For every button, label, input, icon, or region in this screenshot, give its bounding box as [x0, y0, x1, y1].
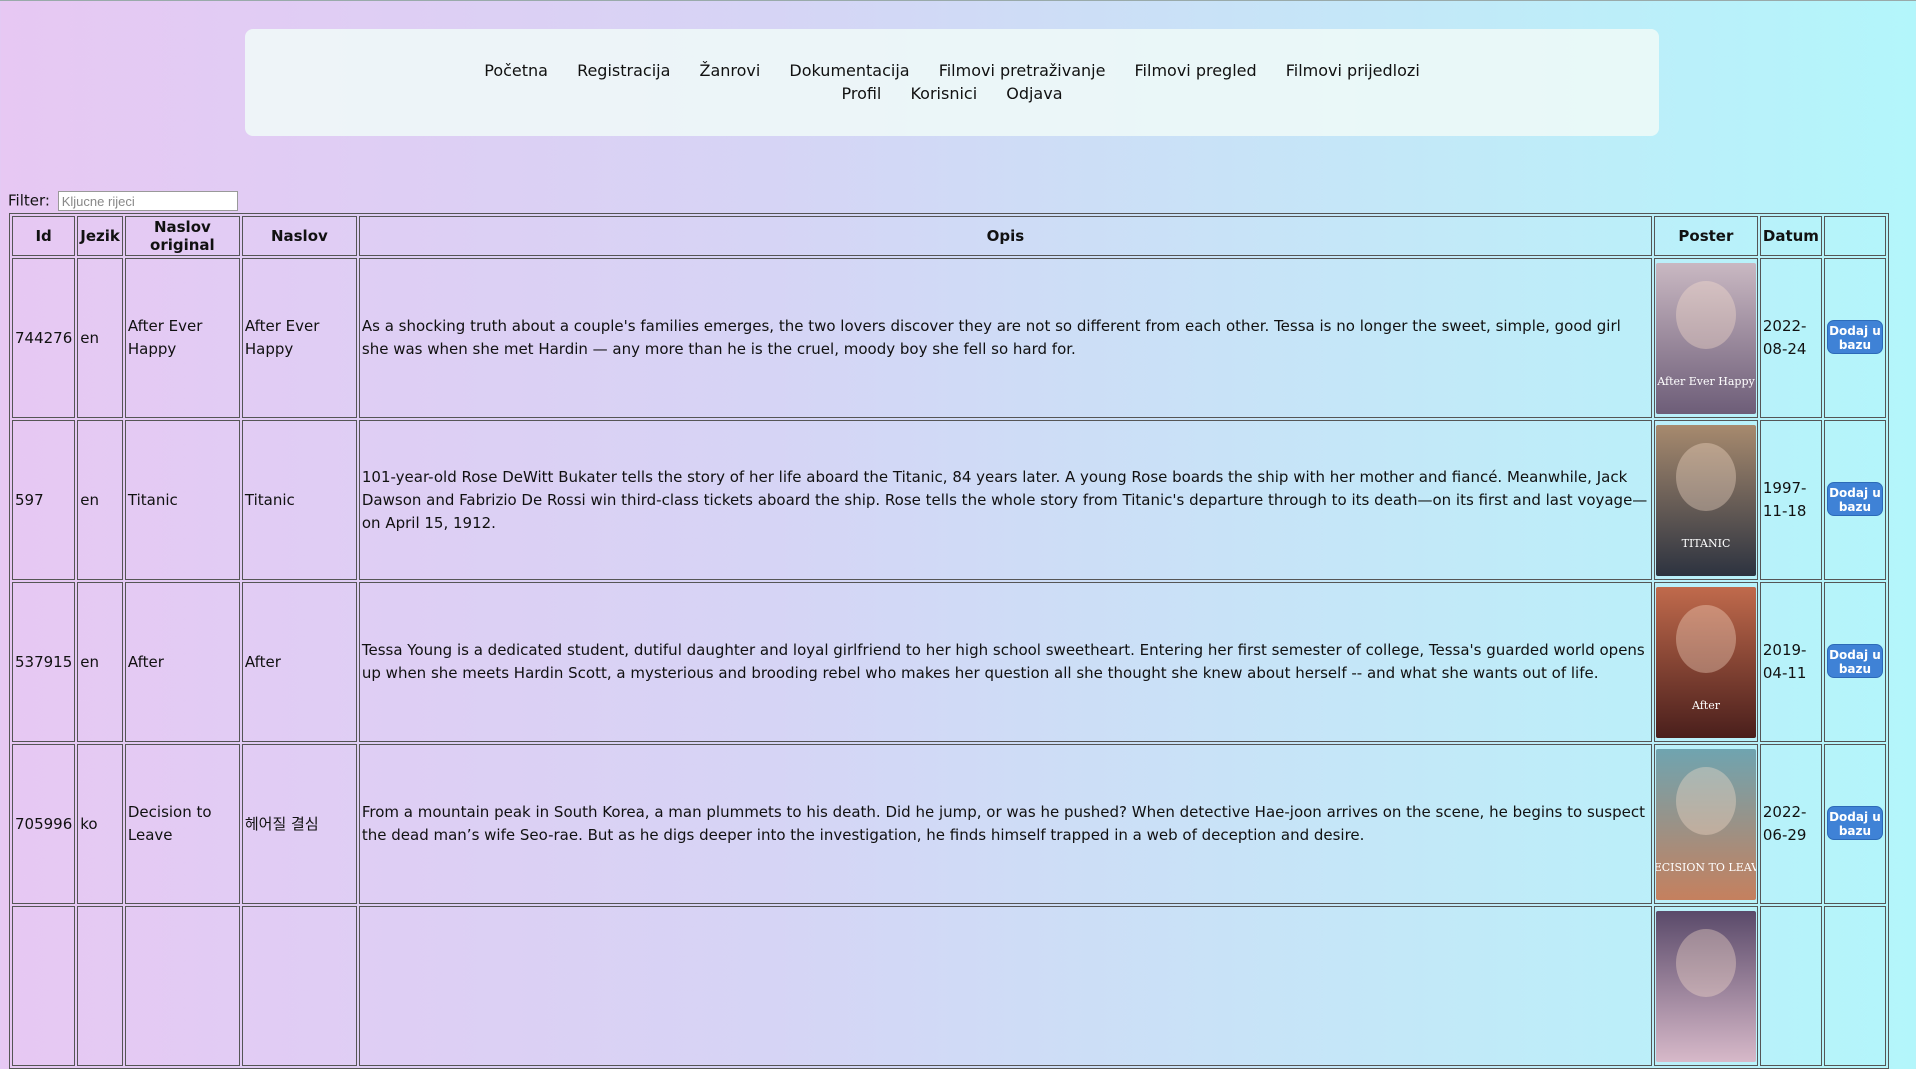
cell-id: 744276: [12, 258, 76, 418]
filter-bar: Filter:: [8, 191, 238, 211]
poster-image[interactable]: [1655, 910, 1756, 1062]
cell-naslov: 헤어질 결심: [241, 744, 357, 904]
poster-title: After: [1691, 699, 1721, 712]
window-top-border: [0, 0, 1916, 1]
filter-label: Filter:: [8, 191, 50, 210]
cell-action: Dodaj u bazu: [1823, 744, 1886, 904]
header-datum[interactable]: Datum: [1759, 216, 1822, 256]
header-id[interactable]: Id: [12, 216, 76, 256]
poster-title: TITANIC: [1682, 537, 1731, 550]
nav-link-dokumentacija[interactable]: Dokumentacija: [789, 61, 909, 80]
cell-jezik: en: [77, 258, 123, 418]
cell-opis: As a shocking truth about a couple's fam…: [358, 258, 1652, 418]
cell-datum: 2022-06-29: [1759, 744, 1822, 904]
cell-poster: DECISION TO LEAVE: [1653, 744, 1758, 904]
cell-naslov: After: [241, 582, 357, 742]
cell-datum: 1997-11-18: [1759, 420, 1822, 580]
header-naslov-original[interactable]: Naslov original: [124, 216, 240, 256]
cell-naslov: [241, 906, 357, 1066]
cell-poster: TITANIC: [1653, 420, 1758, 580]
add-to-database-button[interactable]: Dodaj u bazu: [1826, 644, 1883, 678]
nav-row-2: Profil Korisnici Odjava: [245, 84, 1659, 103]
poster-image[interactable]: After Ever Happy: [1655, 262, 1756, 414]
table-row: 597 en Titanic Titanic 101-year-old Rose DeW…: [12, 420, 1886, 580]
nav-link-korisnici[interactable]: Korisnici: [910, 84, 977, 103]
filter-input[interactable]: [57, 191, 238, 211]
cell-id: [12, 906, 76, 1066]
table-row: 537915 en After After Tessa Young is a dedic…: [12, 582, 1886, 742]
cell-jezik: ko: [77, 744, 123, 904]
cell-naslov-original: After Ever Happy: [124, 258, 240, 418]
nav-row-1: Početna Registracija Žanrovi Dokumentaci…: [245, 61, 1659, 80]
cell-poster: After Ever Happy: [1653, 258, 1758, 418]
cell-naslov: After Ever Happy: [241, 258, 357, 418]
table-row: [12, 906, 1886, 1066]
header-opis[interactable]: Opis: [358, 216, 1652, 256]
cell-naslov-original: After: [124, 582, 240, 742]
cell-action: Dodaj u bazu: [1823, 258, 1886, 418]
header-naslov[interactable]: Naslov: [241, 216, 357, 256]
cell-poster: [1653, 906, 1758, 1066]
cell-datum: 2019-04-11: [1759, 582, 1822, 742]
cell-naslov: Titanic: [241, 420, 357, 580]
nav-link-zanrovi[interactable]: Žanrovi: [699, 61, 760, 80]
main-navigation: Početna Registracija Žanrovi Dokumentaci…: [245, 29, 1659, 136]
nav-link-registracija[interactable]: Registracija: [577, 61, 670, 80]
cell-datum: 2022-08-24: [1759, 258, 1822, 418]
cell-datum: [1759, 906, 1822, 1066]
add-to-database-button[interactable]: Dodaj u bazu: [1826, 482, 1883, 516]
cell-jezik: [77, 906, 123, 1066]
poster-image[interactable]: TITANIC: [1655, 424, 1756, 576]
cell-id: 537915: [12, 582, 76, 742]
header-actions: [1823, 216, 1886, 256]
header-jezik[interactable]: Jezik: [77, 216, 123, 256]
nav-link-filmovi-pretrazivanje[interactable]: Filmovi pretraživanje: [939, 61, 1106, 80]
cell-id: 705996: [12, 744, 76, 904]
add-to-database-button[interactable]: Dodaj u bazu: [1826, 806, 1883, 840]
nav-link-profil[interactable]: Profil: [841, 84, 881, 103]
poster-title: After Ever Happy: [1656, 375, 1755, 388]
cell-action: [1823, 906, 1886, 1066]
table-header-row: Id Jezik Naslov original Naslov Opis Pos…: [12, 216, 1886, 256]
poster-image[interactable]: DECISION TO LEAVE: [1655, 748, 1756, 900]
nav-link-pocetna[interactable]: Početna: [484, 61, 548, 80]
poster-title: DECISION TO LEAVE: [1656, 861, 1756, 874]
nav-link-odjava[interactable]: Odjava: [1006, 84, 1062, 103]
cell-opis: 101-year-old Rose DeWitt Bukater tells t…: [358, 420, 1652, 580]
cell-naslov-original: Titanic: [124, 420, 240, 580]
cell-jezik: en: [77, 582, 123, 742]
header-poster[interactable]: Poster: [1653, 216, 1758, 256]
table-row: 744276 en After Ever Happy After Ever Happy…: [12, 258, 1886, 418]
nav-link-filmovi-pregled[interactable]: Filmovi pregled: [1135, 61, 1257, 80]
poster-image[interactable]: After: [1655, 586, 1756, 738]
cell-naslov-original: Decision to Leave: [124, 744, 240, 904]
table-row: 705996 ko Decision to Leave 헤어질 결심 From a mo…: [12, 744, 1886, 904]
films-table: Id Jezik Naslov original Naslov Opis Pos…: [9, 213, 1889, 1069]
table-body: 744276 en After Ever Happy After Ever Happy…: [12, 258, 1886, 1066]
cell-opis: [358, 906, 1652, 1066]
cell-jezik: en: [77, 420, 123, 580]
cell-id: 597: [12, 420, 76, 580]
add-to-database-button[interactable]: Dodaj u bazu: [1826, 320, 1883, 354]
cell-poster: After: [1653, 582, 1758, 742]
cell-opis: From a mountain peak in South Korea, a m…: [358, 744, 1652, 904]
cell-action: Dodaj u bazu: [1823, 420, 1886, 580]
cell-action: Dodaj u bazu: [1823, 582, 1886, 742]
cell-opis: Tessa Young is a dedicated student, duti…: [358, 582, 1652, 742]
cell-naslov-original: [124, 906, 240, 1066]
nav-link-filmovi-prijedlozi[interactable]: Filmovi prijedlozi: [1286, 61, 1420, 80]
